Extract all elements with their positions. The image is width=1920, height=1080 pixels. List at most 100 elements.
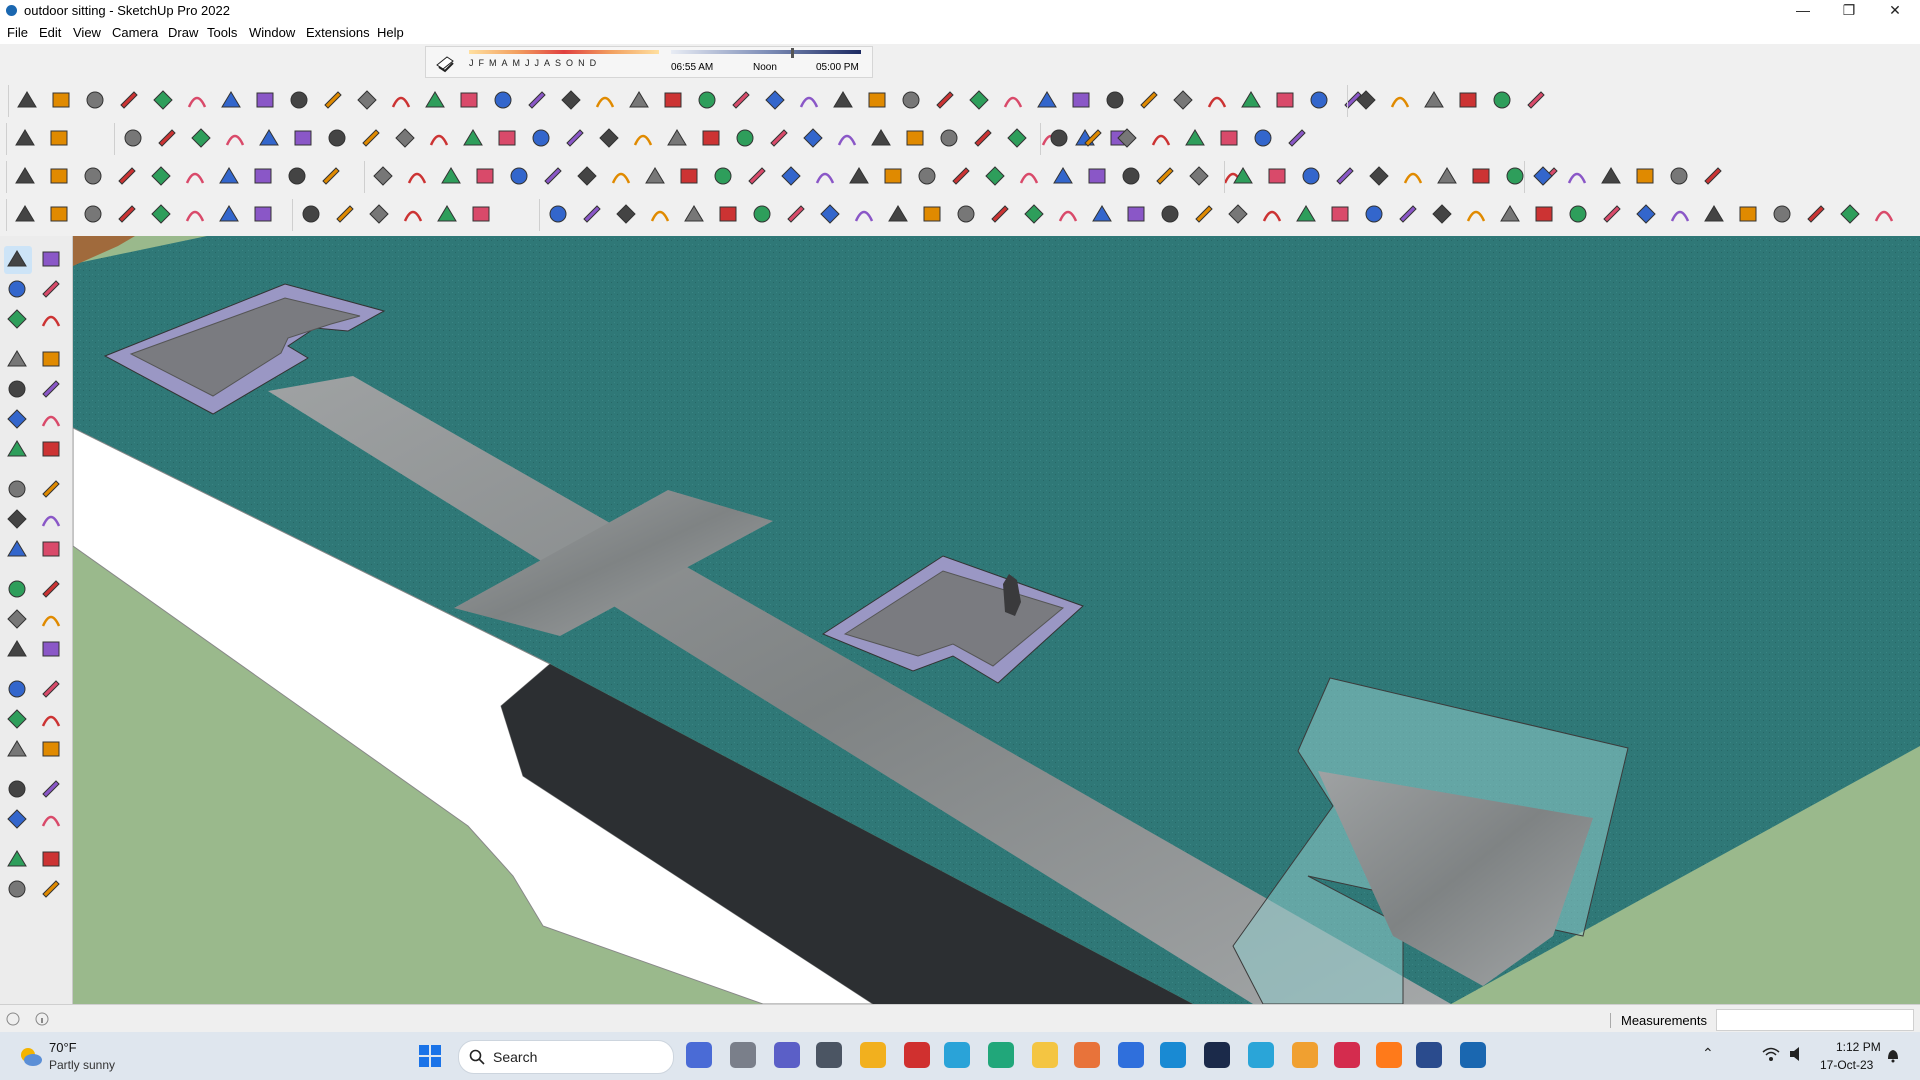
row1-tool-42-icon[interactable] [1387, 87, 1413, 113]
row3-tool-49-icon[interactable] [1598, 163, 1624, 189]
row1-tool-2-icon[interactable] [48, 87, 74, 113]
row4-tool-32-icon[interactable] [1123, 201, 1149, 227]
row1-tool-1-icon[interactable] [14, 87, 40, 113]
row1-tool-27-icon[interactable] [898, 87, 924, 113]
palette-tool-28-icon[interactable] [38, 676, 66, 704]
row1-tool-6-icon[interactable] [184, 87, 210, 113]
row3-tool-9-icon[interactable] [284, 163, 310, 189]
geo-location-icon[interactable] [6, 1012, 20, 1026]
row4-tool-26-icon[interactable] [919, 201, 945, 227]
row1-tool-41-icon[interactable] [1353, 87, 1379, 113]
palette-tool-21-icon[interactable] [4, 576, 32, 604]
row1-tool-10-icon[interactable] [320, 87, 346, 113]
taskbar-app-11-icon[interactable] [1118, 1042, 1144, 1068]
row3-tool-4-icon[interactable] [114, 163, 140, 189]
row2-tool-29-icon[interactable] [1004, 125, 1030, 151]
taskbar-app-6-icon[interactable] [904, 1042, 930, 1068]
row4-tool-30-icon[interactable] [1055, 201, 1081, 227]
row2-tool-28-icon[interactable] [970, 125, 996, 151]
row4-tool-22-icon[interactable] [783, 201, 809, 227]
row3-tool-25-icon[interactable] [846, 163, 872, 189]
taskbar-app-12-icon[interactable] [1160, 1042, 1186, 1068]
palette-tool-25-icon[interactable] [4, 636, 32, 664]
close-button[interactable]: ✕ [1872, 0, 1918, 22]
row4-tool-51-icon[interactable] [1769, 201, 1795, 227]
row1-tool-25-icon[interactable] [830, 87, 856, 113]
row1-tool-36-icon[interactable] [1204, 87, 1230, 113]
row3-tool-13-icon[interactable] [438, 163, 464, 189]
row2-tool-8-icon[interactable] [290, 125, 316, 151]
row4-tool-50-icon[interactable] [1735, 201, 1761, 227]
taskbar-app-19-icon[interactable] [1460, 1042, 1486, 1068]
row3-tool-12-icon[interactable] [404, 163, 430, 189]
taskbar-app-10-icon[interactable] [1074, 1042, 1100, 1068]
row3-tool-23-icon[interactable] [778, 163, 804, 189]
row3-tool-34-icon[interactable] [1152, 163, 1178, 189]
row3-tool-47-icon[interactable] [1530, 163, 1556, 189]
palette-tool-37-icon[interactable] [4, 846, 32, 874]
row2-tool-23-icon[interactable] [800, 125, 826, 151]
shadow-toggle-icon[interactable] [434, 51, 456, 73]
row3-tool-41-icon[interactable] [1366, 163, 1392, 189]
taskbar-app-2-icon[interactable] [730, 1042, 756, 1068]
month-slider[interactable]: JFMAMJJASOND [469, 50, 659, 72]
row3-tool-42-icon[interactable] [1400, 163, 1426, 189]
clock-time[interactable]: 1:12 PM [1836, 1040, 1881, 1054]
row3-tool-6-icon[interactable] [182, 163, 208, 189]
row3-tool-38-icon[interactable] [1264, 163, 1290, 189]
taskbar-app-14-icon[interactable] [1248, 1042, 1274, 1068]
row4-tool-52-icon[interactable] [1803, 201, 1829, 227]
volume-icon[interactable] [1788, 1046, 1806, 1062]
row1-tool-29-icon[interactable] [966, 87, 992, 113]
palette-tool-18-icon[interactable] [38, 506, 66, 534]
row2-tool-36-icon[interactable] [1148, 125, 1174, 151]
time-slider[interactable]: 06:55 AM Noon 05:00 PM [671, 48, 866, 74]
palette-tool-27-icon[interactable] [4, 676, 32, 704]
row4-tool-25-icon[interactable] [885, 201, 911, 227]
row4-tool-39-icon[interactable] [1361, 201, 1387, 227]
palette-tool-3-icon[interactable] [4, 276, 32, 304]
row4-tool-9-icon[interactable] [298, 201, 324, 227]
row4-tool-42-icon[interactable] [1463, 201, 1489, 227]
row1-tool-22-icon[interactable] [728, 87, 754, 113]
row3-tool-22-icon[interactable] [744, 163, 770, 189]
row2-tool-7-icon[interactable] [256, 125, 282, 151]
palette-tool-11-icon[interactable] [4, 406, 32, 434]
palette-tool-13-icon[interactable] [4, 436, 32, 464]
row4-tool-10-icon[interactable] [332, 201, 358, 227]
row3-tool-5-icon[interactable] [148, 163, 174, 189]
taskbar-app-16-icon[interactable] [1334, 1042, 1360, 1068]
row4-tool-37-icon[interactable] [1293, 201, 1319, 227]
row4-tool-8-icon[interactable] [250, 201, 276, 227]
palette-tool-35-icon[interactable] [4, 806, 32, 834]
row1-tool-21-icon[interactable] [694, 87, 720, 113]
row2-tool-6-icon[interactable] [222, 125, 248, 151]
palette-tool-19-icon[interactable] [4, 536, 32, 564]
row3-tool-30-icon[interactable] [1016, 163, 1042, 189]
row2-tool-34-icon[interactable] [1080, 125, 1106, 151]
row4-tool-53-icon[interactable] [1837, 201, 1863, 227]
measurements-input[interactable] [1716, 1009, 1914, 1031]
row4-tool-49-icon[interactable] [1701, 201, 1727, 227]
palette-tool-12-icon[interactable] [38, 406, 66, 434]
row4-tool-36-icon[interactable] [1259, 201, 1285, 227]
row1-tool-24-icon[interactable] [796, 87, 822, 113]
palette-tool-16-icon[interactable] [38, 476, 66, 504]
row3-tool-44-icon[interactable] [1468, 163, 1494, 189]
row3-tool-14-icon[interactable] [472, 163, 498, 189]
row3-tool-1-icon[interactable] [12, 163, 38, 189]
row3-tool-20-icon[interactable] [676, 163, 702, 189]
row4-tool-41-icon[interactable] [1429, 201, 1455, 227]
row1-tool-3-icon[interactable] [82, 87, 108, 113]
row4-tool-4-icon[interactable] [114, 201, 140, 227]
row2-tool-13-icon[interactable] [460, 125, 486, 151]
taskbar-app-18-icon[interactable] [1416, 1042, 1442, 1068]
palette-tool-38-icon[interactable] [38, 846, 66, 874]
row1-tool-19-icon[interactable] [626, 87, 652, 113]
palette-tool-23-icon[interactable] [4, 606, 32, 634]
row3-tool-28-icon[interactable] [948, 163, 974, 189]
row3-tool-7-icon[interactable] [216, 163, 242, 189]
row2-tool-24-icon[interactable] [834, 125, 860, 151]
row2-tool-5-icon[interactable] [188, 125, 214, 151]
row4-tool-14-icon[interactable] [468, 201, 494, 227]
